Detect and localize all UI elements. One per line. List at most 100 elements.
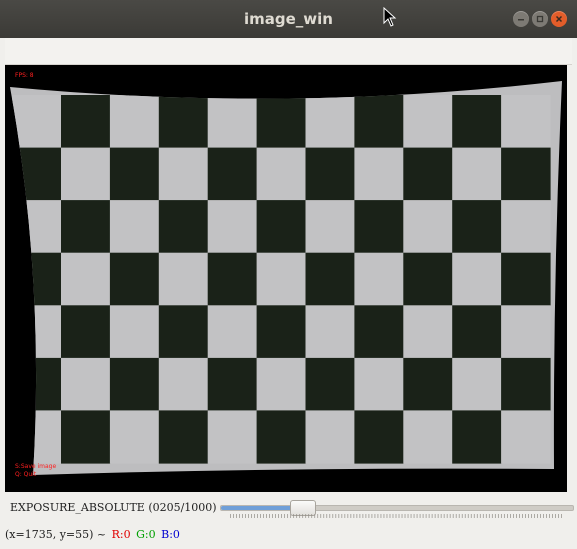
minimize-icon [518,19,524,21]
checker-square [305,357,355,412]
window-titlebar[interactable]: image_win [0,0,577,38]
checker-square [109,357,160,412]
checkerboard-image [10,81,562,475]
checker-square [256,200,307,254]
exposure-trackbar-row: EXPOSURE_ABSOLUTE (0205/1000) [5,494,574,520]
checker-square [305,252,355,306]
checker-square [501,147,551,201]
checker-square [403,147,453,201]
checker-square [452,410,502,464]
checker-square [305,410,355,464]
checker-square [207,147,258,201]
checker-square [109,200,160,254]
slider-ticks [230,514,562,518]
checker-square [354,95,404,149]
checker-square [452,95,502,149]
checker-square [12,200,62,254]
fps-overlay: FPS: 8 [15,72,34,79]
checker-square [158,252,209,306]
checker-square [256,305,307,359]
close-icon [555,15,563,23]
checker-square [256,410,307,464]
checker-square [501,95,551,149]
checker-square [12,147,62,201]
checker-square [12,305,62,359]
checker-square [354,410,404,464]
checker-square [403,252,453,306]
green-value: G:0 [136,528,156,541]
checker-square [158,305,209,359]
mouse-pointer-icon [383,7,397,27]
checker-square [256,95,307,149]
checker-square [61,147,111,201]
checker-square [452,252,502,306]
quit-hint-overlay: Q: Quit [15,471,37,478]
checker-square [501,200,551,254]
checker-square [158,147,209,201]
checker-square [403,410,453,464]
checker-square [158,410,209,464]
checker-square [256,357,307,412]
cursor-coords: (x=1735, y=55) ~ [5,528,107,541]
checker-square [354,357,404,412]
checker-square [12,357,62,412]
checker-square [207,357,258,412]
checker-square [354,200,404,254]
checker-square [61,200,111,254]
checker-square [61,95,111,149]
exposure-slider-track[interactable] [220,500,574,516]
checker-square [207,252,258,306]
checker-square [158,357,209,412]
checker-square [403,200,453,254]
checker-square [256,147,307,201]
checker-square [109,252,160,306]
checker-square [207,95,258,149]
checker-square [61,410,111,464]
checker-square [12,252,62,306]
save-hint-overlay: S:Save image [15,463,57,470]
toolbar-area [5,38,572,65]
checker-square [403,95,453,149]
checker-square [501,410,551,464]
maximize-button[interactable] [532,11,548,27]
checker-square [501,252,551,306]
checker-square [12,410,62,464]
checker-square [158,95,209,149]
checker-square [207,410,258,464]
checker-square [109,410,160,464]
checker-square [354,305,404,359]
checker-square [256,252,307,306]
checker-square [158,200,209,254]
image-canvas[interactable]: FPS: 8 S:Save image Q: Quit [5,65,567,492]
checker-square [501,357,551,412]
minimize-button[interactable] [513,11,529,27]
status-bar: (x=1735, y=55) ~ R:0 G:0 B:0 [5,528,182,546]
checker-square [452,357,502,412]
red-value: R:0 [111,528,131,541]
checker-square [452,200,502,254]
checker-square [207,305,258,359]
maximize-icon [536,15,544,23]
checker-square [61,357,111,412]
trackbar-label: EXPOSURE_ABSOLUTE (0205/1000) [10,501,217,514]
checker-square [452,147,502,201]
checker-square [305,200,355,254]
checker-square [305,305,355,359]
checker-square [61,305,111,359]
checker-square [305,95,355,149]
checker-square [354,252,404,306]
checker-square [452,305,502,359]
checker-square [403,357,453,412]
checker-square [305,147,355,201]
checker-square [501,305,551,359]
checker-square [109,305,160,359]
checker-square [109,147,160,201]
close-button[interactable] [551,11,567,27]
checker-square [109,95,160,149]
blue-value: B:0 [161,528,180,541]
checker-square [12,95,62,149]
checker-square [403,305,453,359]
checker-square [61,252,111,306]
checker-square [207,200,258,254]
window-title: image_win [244,10,333,28]
